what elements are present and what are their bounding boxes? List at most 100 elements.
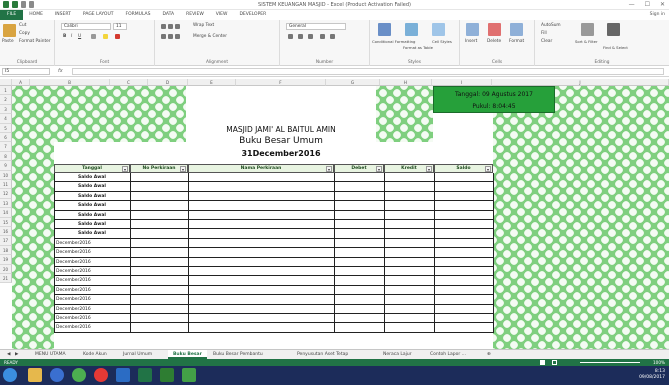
column-header-d[interactable]: D xyxy=(148,79,188,86)
fx-icon[interactable]: fx xyxy=(58,68,63,74)
maximize-button[interactable]: ☐ xyxy=(645,1,650,8)
copy-button[interactable]: Copy xyxy=(19,31,30,36)
tab-developer[interactable]: DEVELOPER xyxy=(233,10,272,20)
worksheet-grid[interactable]: A B C D E F G H I J 1 2 3 4 5 6 7 8 9 10 11 12 13 14 1… xyxy=(0,79,669,349)
tab-home[interactable]: HOME xyxy=(23,10,49,20)
cell-tanggal[interactable]: Saldo Awal xyxy=(56,174,128,182)
sheet-tab-buku-besar-pembantu[interactable]: Buku Besar Pembantu xyxy=(208,350,268,359)
find-select-icon[interactable] xyxy=(607,23,620,36)
row-header[interactable]: 8 xyxy=(0,151,12,162)
font-size-select[interactable]: 11 xyxy=(113,23,127,30)
sign-in-link[interactable]: Sign in xyxy=(650,10,665,20)
bold-button[interactable]: B xyxy=(63,34,66,39)
row-header[interactable]: 3 xyxy=(0,104,12,115)
minimize-button[interactable]: — xyxy=(629,1,635,8)
row-header[interactable]: 9 xyxy=(0,161,12,171)
file-explorer-icon[interactable] xyxy=(28,368,42,382)
system-clock[interactable]: 8:13 09/08/2017 xyxy=(639,369,665,381)
column-header-i[interactable]: I xyxy=(432,79,492,86)
tab-view[interactable]: VIEW xyxy=(210,10,234,20)
row-header[interactable]: 21 xyxy=(0,274,12,284)
paste-button[interactable]: Paste xyxy=(2,39,14,44)
row-header[interactable]: 19 xyxy=(0,255,12,265)
tab-review[interactable]: REVIEW xyxy=(180,10,210,20)
column-header-b[interactable]: B xyxy=(30,79,110,86)
filter-dropdown-icon[interactable]: ▾ xyxy=(326,166,332,172)
sheet-tab-jurnal-umum[interactable]: Jurnal Umum xyxy=(118,350,157,359)
row-header[interactable]: 6 xyxy=(0,133,12,143)
column-header-g[interactable]: G xyxy=(326,79,380,86)
cell-tanggal[interactable]: Saldo Awal xyxy=(56,202,128,210)
tab-page-layout[interactable]: PAGE LAYOUT xyxy=(77,10,120,20)
close-button[interactable]: ✕ xyxy=(660,1,665,8)
column-header-f[interactable]: F xyxy=(236,79,326,86)
formula-input[interactable] xyxy=(72,68,664,75)
number-format-select[interactable]: General xyxy=(286,23,346,30)
select-all-corner[interactable] xyxy=(0,79,12,86)
cell-tanggal[interactable]: Saldo Awal xyxy=(56,193,128,201)
name-box[interactable]: I5 xyxy=(2,68,50,75)
start-icon[interactable] xyxy=(3,368,17,382)
sheet-tab-menu-utama[interactable]: MENU UTAMA xyxy=(30,350,71,359)
zoom-level[interactable]: 100% xyxy=(653,359,665,366)
delete-cells-icon[interactable] xyxy=(488,23,501,36)
page-layout-icon[interactable] xyxy=(552,360,557,365)
column-header-a[interactable]: A xyxy=(12,79,30,86)
fill-color-icon[interactable] xyxy=(103,34,108,39)
cell-tanggal[interactable]: December2016 xyxy=(56,306,128,314)
column-header-h[interactable]: H xyxy=(380,79,432,86)
row-header[interactable]: 17 xyxy=(0,236,12,246)
delete-button[interactable]: Delete xyxy=(487,39,501,44)
borders-icon[interactable] xyxy=(91,34,96,39)
chrome-icon[interactable] xyxy=(72,368,86,382)
merge-center-button[interactable]: Merge & Center xyxy=(193,34,227,39)
align-top-icon[interactable] xyxy=(161,24,166,29)
cell-tanggal[interactable]: December2016 xyxy=(56,259,128,267)
row-header[interactable]: 11 xyxy=(0,180,12,190)
word-icon[interactable] xyxy=(116,368,130,382)
sort-filter-icon[interactable] xyxy=(581,23,594,36)
filter-dropdown-icon[interactable]: ▾ xyxy=(180,166,186,172)
format-table-button[interactable]: Format as Table xyxy=(403,45,433,50)
cell-styles-icon[interactable] xyxy=(432,23,445,36)
sheet-tab-neraca-lajur[interactable]: Neraca Lajur xyxy=(378,350,417,359)
row-header[interactable]: 5 xyxy=(0,123,12,133)
row-header[interactable]: 12 xyxy=(0,189,12,199)
align-right-icon[interactable] xyxy=(175,34,180,39)
cell-tanggal[interactable]: December2016 xyxy=(56,249,128,257)
format-painter-button[interactable]: Format Painter xyxy=(19,39,51,44)
percent-icon[interactable] xyxy=(298,34,303,39)
cell-tanggal[interactable]: December2016 xyxy=(56,287,128,295)
sheet-tab-contoh-lapor[interactable]: Contoh Lapor ... xyxy=(425,350,471,359)
cell-tanggal[interactable]: Saldo Awal xyxy=(56,212,128,220)
row-header[interactable]: 15 xyxy=(0,217,12,227)
app-green-icon[interactable] xyxy=(160,368,174,382)
sheet-tab-buku-besar[interactable]: Buku Besar xyxy=(168,350,207,359)
cell-tanggal[interactable]: December2016 xyxy=(56,296,128,304)
cell-tanggal[interactable]: Saldo Awal xyxy=(56,230,128,238)
zoom-slider[interactable] xyxy=(580,362,640,363)
align-bottom-icon[interactable] xyxy=(175,24,180,29)
tab-insert[interactable]: INSERT xyxy=(49,10,77,20)
decrease-decimal-icon[interactable] xyxy=(330,34,335,39)
add-sheet-icon[interactable]: ⊕ xyxy=(482,350,496,359)
cell-tanggal[interactable]: December2016 xyxy=(56,315,128,323)
currency-icon[interactable] xyxy=(288,34,293,39)
fill-button[interactable]: Fill xyxy=(541,31,547,36)
excel-taskbar-icon[interactable] xyxy=(138,368,152,382)
align-left-icon[interactable] xyxy=(161,34,166,39)
row-header[interactable]: 7 xyxy=(0,142,12,152)
paste-icon[interactable] xyxy=(3,24,16,37)
normal-view-icon[interactable] xyxy=(540,360,545,365)
opera-icon[interactable] xyxy=(94,368,108,382)
insert-cells-icon[interactable] xyxy=(466,23,479,36)
cell-tanggal[interactable]: Saldo Awal xyxy=(56,183,128,191)
font-name-select[interactable]: Calibri xyxy=(61,23,111,30)
align-center-icon[interactable] xyxy=(168,34,173,39)
align-middle-icon[interactable] xyxy=(168,24,173,29)
wrap-text-button[interactable]: Wrap Text xyxy=(193,23,214,28)
cut-button[interactable]: Cut xyxy=(19,23,26,28)
format-table-icon[interactable] xyxy=(405,23,418,36)
find-select-button[interactable]: Find & Select xyxy=(603,45,628,50)
italic-button[interactable]: I xyxy=(71,34,72,39)
